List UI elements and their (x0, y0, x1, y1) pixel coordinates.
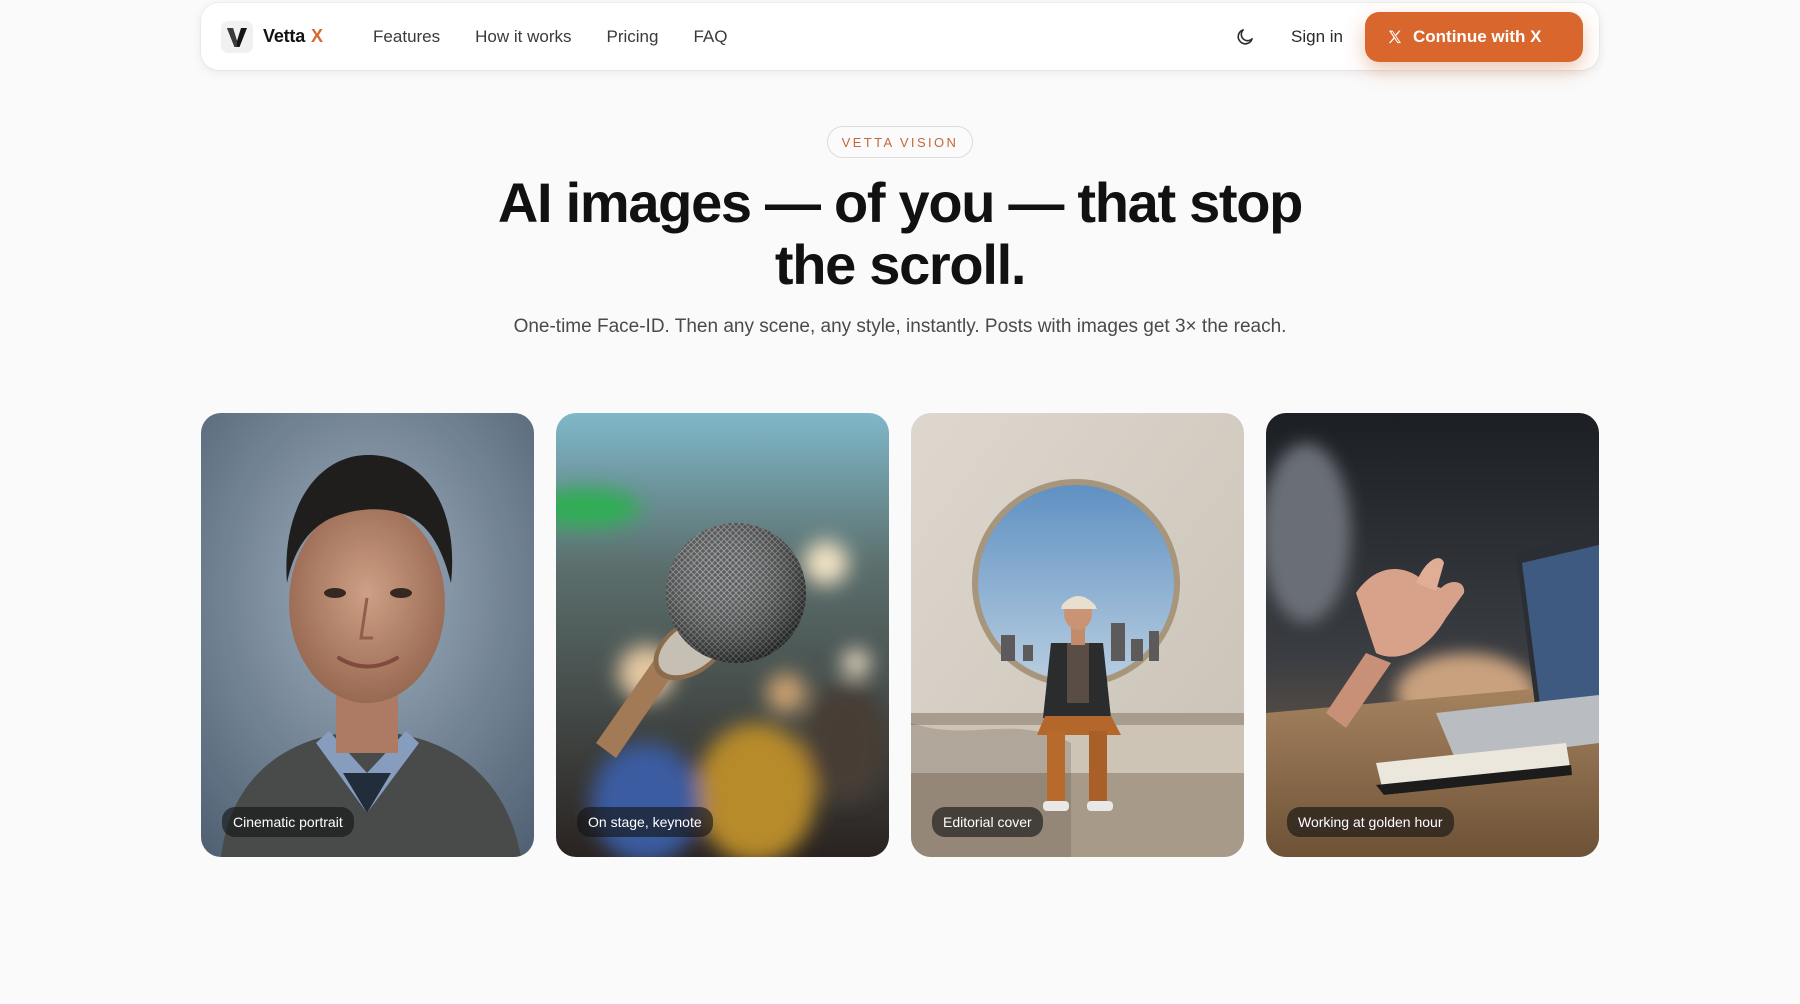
brand-name: Vetta (263, 26, 306, 46)
gallery-card-portrait[interactable]: Cinematic portrait (201, 413, 534, 857)
cta-label: Continue with X (1413, 26, 1542, 46)
nav-links: Features How it works Pricing FAQ (373, 27, 727, 47)
hero-headline: AI images — of you — that stop the scrol… (300, 172, 1500, 296)
gallery-card-editorial[interactable]: Editorial cover (911, 413, 1244, 857)
hero-subhead: One-time Face-ID. Then any scene, any st… (513, 316, 1287, 337)
theme-toggle-button[interactable] (1225, 17, 1265, 57)
gallery-card-label: Editorial cover (932, 807, 1043, 837)
portrait-image (201, 413, 534, 857)
gallery-card-label: On stage, keynote (577, 807, 713, 837)
eyebrow-badge: VETTA VISION (827, 126, 973, 158)
gallery-card-working[interactable]: Working at golden hour (1266, 413, 1599, 857)
gallery-card-stage[interactable]: On stage, keynote (556, 413, 889, 857)
nav-link-features[interactable]: Features (373, 27, 440, 47)
hero-headline-line-2: the scroll. (774, 233, 1027, 296)
x-logo-icon (1388, 30, 1401, 43)
editorial-image (911, 413, 1244, 857)
brand-logo[interactable]: Vetta X (221, 20, 324, 53)
nav-actions: Sign in Continue with X (1225, 11, 1583, 62)
gallery-card-label: Cinematic portrait (222, 807, 354, 837)
hero-headline-line-1: AI images — of you — that stop (497, 171, 1303, 234)
example-gallery: Cinematic portrait On stage, keynote Edi… (201, 413, 1599, 857)
microphone-image (556, 413, 889, 857)
moon-icon (1237, 28, 1253, 45)
nav-link-how-it-works[interactable]: How it works (475, 27, 571, 47)
vetta-logo-icon (221, 20, 253, 53)
top-navigation: Vetta X Features How it works Pricing FA… (201, 3, 1599, 70)
sign-in-link[interactable]: Sign in (1291, 27, 1343, 47)
nav-link-pricing[interactable]: Pricing (607, 27, 659, 47)
brand-suffix: X (311, 26, 324, 46)
gallery-card-label: Working at golden hour (1287, 807, 1454, 837)
nav-link-faq[interactable]: FAQ (693, 27, 727, 47)
working-image (1266, 413, 1599, 857)
continue-with-x-button[interactable]: Continue with X (1365, 11, 1583, 62)
